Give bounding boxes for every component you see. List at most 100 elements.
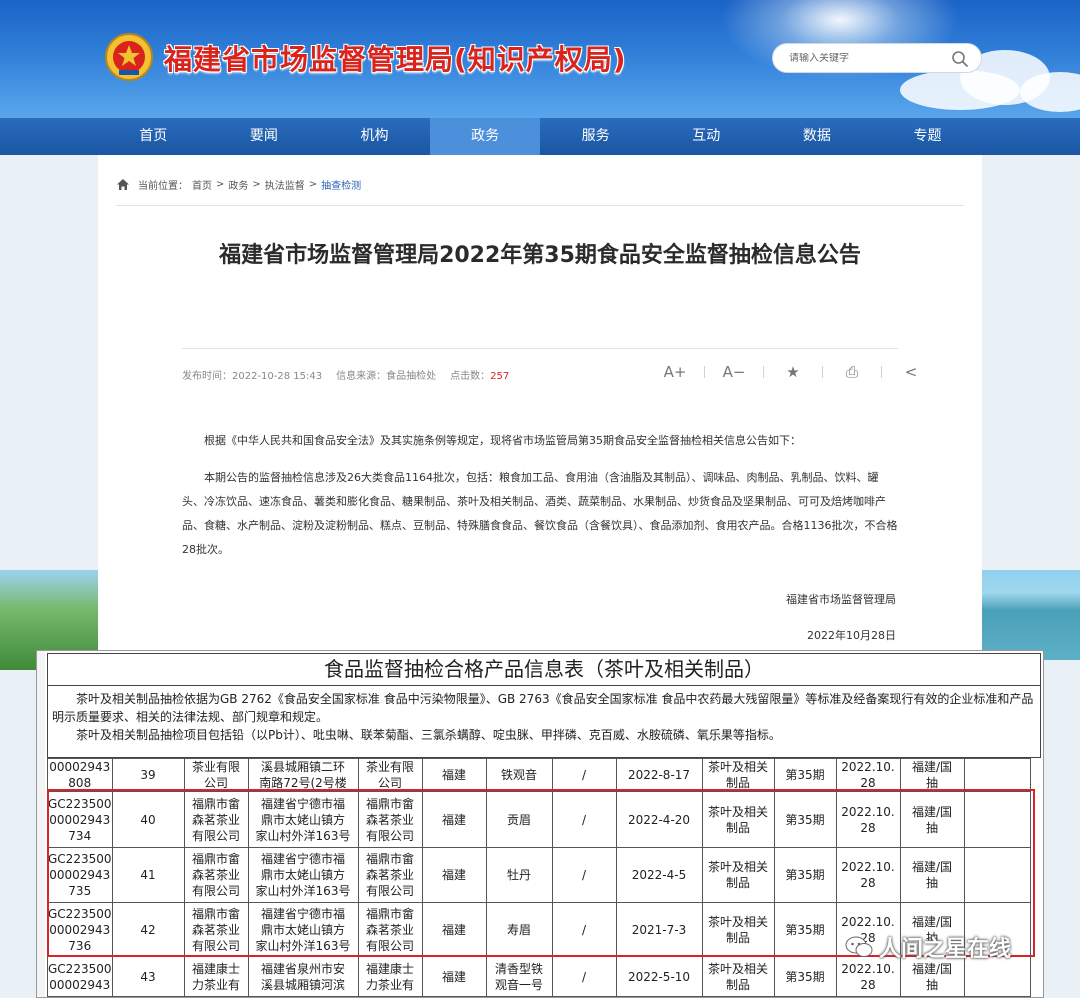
table-cell: GC223500 00002943 736 xyxy=(47,902,113,957)
signature-agency: 福建省市场监督管理局 xyxy=(786,593,896,606)
click-count-label: 点击数： xyxy=(450,371,491,382)
table-cell: 福建/国 抽 xyxy=(899,758,965,792)
table-row: GC223500 00002943 734 40 福鼎市畲 森茗茶业 有限公司 福建省… xyxy=(47,791,1031,848)
table-cell: 福建 xyxy=(421,791,487,848)
table-cell: 福建省泉州市安 溪县城厢镇河滨 xyxy=(247,956,359,997)
breadcrumb-separator: > xyxy=(216,179,225,190)
print-icon[interactable]: ⎙ xyxy=(823,363,881,381)
table-cell: 福建省宁德市福 鼎市太姥山镇方 家山村外洋163号 xyxy=(247,791,359,848)
table-cell: 福建康士 力茶业有 xyxy=(183,956,249,997)
table-cell: 2022.10. 28 xyxy=(835,847,901,903)
table-cell: 福鼎市畲 森茗茶业 有限公司 xyxy=(357,791,423,848)
breadcrumb-item-government-affairs[interactable]: 政务 xyxy=(228,177,248,192)
table-row: 00002943 808 39 茶业有限 公司 溪县城厢镇二环 南路72号(2号楼 茶业… xyxy=(47,758,1031,792)
table-cell-empty xyxy=(963,791,1031,848)
table-cell: GC223500 00002943 xyxy=(47,956,113,997)
nav-item-organization[interactable]: 机构 xyxy=(319,118,430,155)
table-cell: 福建康士 力茶业有 xyxy=(357,956,423,997)
table-cell: 牡丹 xyxy=(485,847,553,903)
table-cell-empty xyxy=(963,758,1031,792)
font-decrease-button[interactable]: A− xyxy=(705,363,763,381)
table-cell-empty xyxy=(963,847,1031,903)
table-cell: 2022.10. 28 xyxy=(835,758,901,792)
table-cell: 41 xyxy=(111,847,185,903)
table-cell: 茶业有限 公司 xyxy=(183,758,249,792)
article-paragraph: 根据《中华人民共和国食品安全法》及其实施条例等规定，现将省市场监管局第35期食品… xyxy=(204,434,801,447)
site-title[interactable]: 福建省市场监督管理局(知识产权局) xyxy=(164,38,627,78)
search-input[interactable] xyxy=(789,52,949,64)
nav-item-topics[interactable]: 专题 xyxy=(872,118,983,155)
watermark-text: 人间之星在线 xyxy=(879,937,1012,962)
publish-time: 发布时间：2022-10-28 15:43 xyxy=(182,371,323,382)
table-cell: / xyxy=(551,758,617,792)
font-increase-button[interactable]: A+ xyxy=(646,363,704,381)
article-paragraph: 本期公告的监督抽检信息涉及26大类食品1164批次，包括：粮食加工品、食用油（含… xyxy=(182,471,898,556)
main-nav: 首页 要闻 机构 政务 服务 互动 数据 专题 xyxy=(0,118,1080,155)
table-cell: 福鼎市畲 森茗茶业 有限公司 xyxy=(183,791,249,848)
table-cell: 2022.10. 28 xyxy=(835,791,901,848)
favorite-star-icon[interactable]: ★ xyxy=(764,363,822,381)
table-cell: 第35期 xyxy=(773,956,837,997)
site-banner: 福建省市场监督管理局(知识产权局) xyxy=(0,0,1080,118)
nav-item-news[interactable]: 要闻 xyxy=(209,118,320,155)
table-cell: 42 xyxy=(111,902,185,957)
signature-date: 2022年10月28日 xyxy=(807,629,896,642)
table-cell: 2022-4-5 xyxy=(615,847,703,903)
breadcrumb-item-current[interactable]: 抽查检测 xyxy=(321,177,361,192)
table-cell: 39 xyxy=(111,758,185,792)
table-cell: 茶叶及相关 制品 xyxy=(701,902,775,957)
nav-item-data[interactable]: 数据 xyxy=(762,118,873,155)
table-cell: 溪县城厢镇二环 南路72号(2号楼 xyxy=(247,758,359,792)
table-cell: 福建 xyxy=(421,956,487,997)
table-cell: 福建省宁德市福 鼎市太姥山镇方 家山村外洋163号 xyxy=(247,847,359,903)
breadcrumb-prefix: 当前位置： xyxy=(138,181,188,192)
article-body: 根据《中华人民共和国食品安全法》及其实施条例等规定，现将省市场监管局第35期食品… xyxy=(182,429,898,453)
table-cell: 第35期 xyxy=(773,758,837,792)
article-panel: 当前位置： 首页 > 政务 > 执法监督 > 抽查检测 福建省市场监督管理局 20… xyxy=(98,155,982,655)
sheet-desc-items: 茶叶及相关制品抽检项目包括铅（以Pb计）、吡虫啉、联苯菊酯、三氯杀螨醇、啶虫脒、… xyxy=(76,728,781,742)
table-cell: 茶叶及相关 制品 xyxy=(701,758,775,792)
breadcrumb: 当前位置： 首页 > 政务 > 执法监督 > 抽查检测 xyxy=(116,177,361,192)
table-cell: 2022-4-20 xyxy=(615,791,703,848)
click-count: 点击数：257 xyxy=(450,367,509,382)
article-tools: A+ A− ★ ⎙ < xyxy=(646,363,940,381)
market-regulation-emblem-icon[interactable] xyxy=(104,32,154,82)
article-meta: 发布时间：2022-10-28 15:43 信息来源：食品抽检处 点击数：257 xyxy=(182,367,509,382)
table-row: GC223500 00002943 735 41 福鼎市畲 森茗茶业 有限公司 福建省… xyxy=(47,847,1031,903)
nav-item-services[interactable]: 服务 xyxy=(540,118,651,155)
table-cell: 福建省宁德市福 鼎市太姥山镇方 家山村外洋163号 xyxy=(247,902,359,957)
table-cell: 清香型铁 观音一号 xyxy=(485,956,553,997)
divider xyxy=(116,205,964,206)
nav-item-home[interactable]: 首页 xyxy=(98,118,209,155)
search-icon[interactable] xyxy=(951,50,969,68)
table-cell: / xyxy=(551,791,617,848)
nav-item-interaction[interactable]: 互动 xyxy=(651,118,762,155)
table-cell: 40 xyxy=(111,791,185,848)
banner-cloud xyxy=(1020,72,1080,112)
table-cell: 福建/国 抽 xyxy=(899,847,965,903)
table-cell: 2021-7-3 xyxy=(615,902,703,957)
qualified-products-table-image: 食品监督抽检合格产品信息表（茶叶及相关制品） 茶叶及相关制品抽检依据为GB 27… xyxy=(36,650,1044,998)
share-icon[interactable]: < xyxy=(882,363,940,381)
table-cell: 茶叶及相关 制品 xyxy=(701,956,775,997)
article-body: 本期公告的监督抽检信息涉及26大类食品1164批次，包括：粮食加工品、食用油（含… xyxy=(182,466,898,562)
table-cell: 第35期 xyxy=(773,902,837,957)
table-cell: / xyxy=(551,956,617,997)
search-box xyxy=(772,43,982,73)
divider xyxy=(182,348,898,349)
table-cell: 00002943 808 xyxy=(47,758,113,792)
table-cell: 第35期 xyxy=(773,791,837,848)
background-scenery-right xyxy=(982,570,1080,660)
nav-item-government-affairs[interactable]: 政务 xyxy=(429,118,541,155)
wechat-icon xyxy=(845,936,873,957)
table-cell: 福建/国 抽 xyxy=(899,791,965,848)
click-count-value: 257 xyxy=(490,371,510,382)
home-icon xyxy=(117,179,129,190)
sheet-desc-basis: 茶叶及相关制品抽检依据为GB 2762《食品安全国家标准 食品中污染物限量》、G… xyxy=(52,692,1034,724)
table-cell: 2022-5-10 xyxy=(615,956,703,997)
breadcrumb-item-enforcement[interactable]: 执法监督 xyxy=(265,177,305,192)
row-number-gutter xyxy=(37,651,45,997)
table-cell: 福鼎市畲 森茗茶业 有限公司 xyxy=(357,902,423,957)
breadcrumb-item-home[interactable]: 首页 xyxy=(192,177,212,192)
table-cell: 贡眉 xyxy=(485,791,553,848)
